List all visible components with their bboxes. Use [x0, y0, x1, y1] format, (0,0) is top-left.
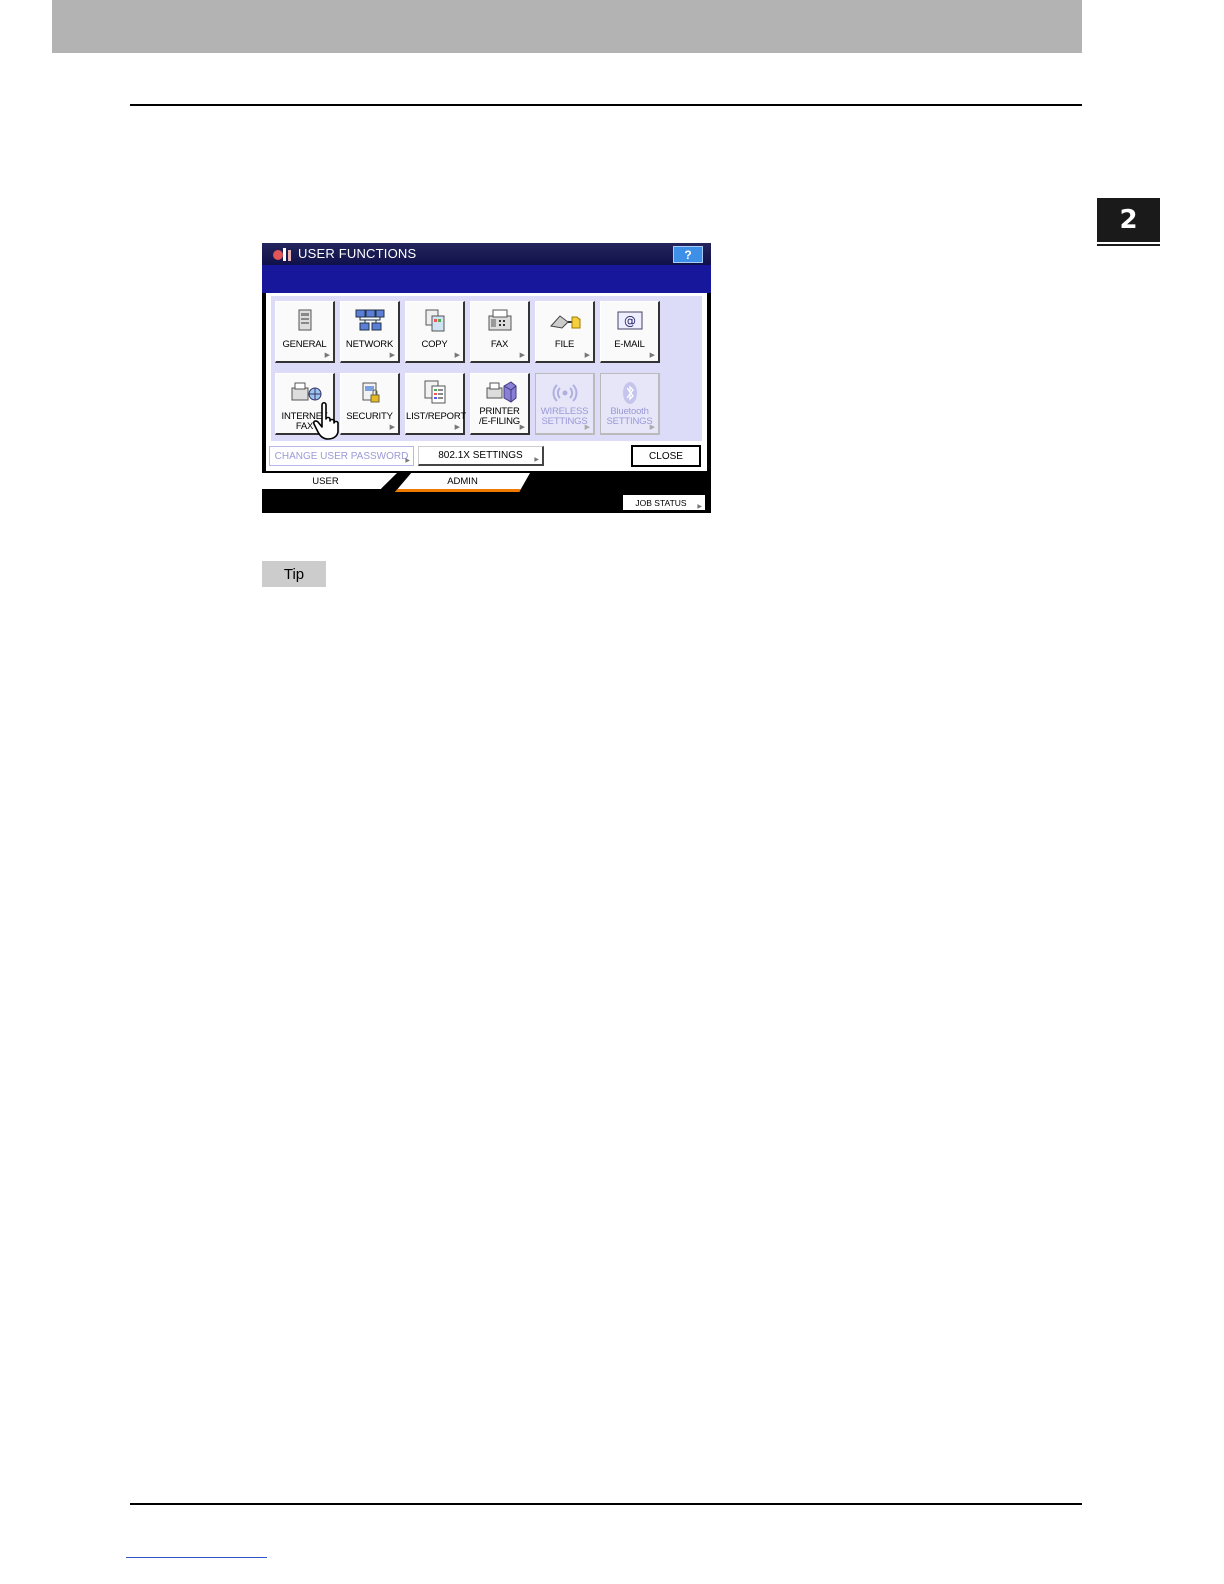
wireless-icon — [552, 384, 578, 402]
network-icon — [355, 309, 385, 331]
list-report-icon — [424, 380, 446, 404]
close-button[interactable]: CLOSE — [631, 445, 701, 467]
printer-efiling-button[interactable]: PRINTER /E-FILING ▶ — [470, 373, 530, 435]
bluetooth-settings-button[interactable]: Bluetooth SETTINGS ▶ — [600, 373, 660, 435]
security-icon — [362, 382, 380, 403]
general-label: GENERAL — [282, 339, 327, 350]
file-icon — [550, 315, 581, 329]
svg-text:@: @ — [624, 314, 636, 328]
file-label: FILE — [554, 339, 575, 350]
list-report-label: LIST/REPORT — [406, 411, 466, 422]
change-user-password-button[interactable]: CHANGE USER PASSWORD ▶ — [269, 446, 414, 466]
arrow-icon: ▶ — [534, 457, 539, 463]
general-icon — [298, 309, 312, 331]
arrow-icon: ▶ — [389, 352, 395, 359]
arrow-icon: ▶ — [519, 424, 525, 431]
fax-button[interactable]: FAX ▶ — [470, 301, 530, 363]
pointing-hand-icon — [313, 401, 339, 440]
arrow-icon: ▶ — [454, 424, 460, 431]
user-functions-screen: USER FUNCTIONS ? GENERAL ▶ NETWORK ▶ COP… — [262, 243, 711, 513]
arrow-icon: ▶ — [519, 352, 525, 359]
arrow-icon: ▶ — [324, 352, 330, 359]
fax-label: FAX — [490, 339, 509, 350]
help-button[interactable]: ? — [673, 246, 703, 263]
list-report-button[interactable]: LIST/REPORT ▶ — [405, 373, 466, 435]
arrow-icon: ▶ — [389, 424, 395, 431]
arrow-icon: ▶ — [697, 504, 702, 510]
network-button[interactable]: NETWORK ▶ — [340, 301, 400, 363]
copy-button[interactable]: COPY ▶ — [405, 301, 465, 363]
tip-label: Tip — [262, 561, 326, 587]
dot1x-settings-button[interactable]: 802.1X SETTINGS ▶ — [418, 446, 544, 466]
change-user-password-label: CHANGE USER PASSWORD — [274, 450, 409, 462]
file-button[interactable]: FILE ▶ — [535, 301, 595, 363]
arrow-icon: ▶ — [584, 352, 590, 359]
general-button[interactable]: GENERAL ▶ — [275, 301, 335, 363]
arrow-icon: ▶ — [649, 424, 655, 431]
message-bar — [262, 265, 711, 293]
footer-link-underline[interactable] — [126, 1557, 267, 1558]
email-button[interactable]: @ E-MAIL ▶ — [600, 301, 660, 363]
tab-admin[interactable]: ADMIN — [395, 473, 530, 492]
chapter-tab: 2 — [1097, 198, 1160, 242]
job-status-button[interactable]: JOB STATUS ▶ — [623, 495, 705, 510]
arrow-icon: ▶ — [405, 458, 410, 464]
copy-icon — [425, 309, 445, 332]
network-label: NETWORK — [345, 339, 394, 350]
bluetooth-icon — [623, 382, 637, 404]
copy-label: COPY — [421, 339, 448, 350]
email-icon: @ — [617, 311, 643, 330]
fax-icon — [488, 309, 512, 331]
title-bar: USER FUNCTIONS ? — [262, 243, 711, 265]
tab-user[interactable]: USER — [262, 473, 397, 489]
arrow-icon: ▶ — [584, 424, 590, 431]
job-status-label: JOB STATUS — [635, 497, 687, 508]
user-functions-icon — [273, 248, 291, 261]
header-band — [52, 0, 1082, 53]
top-rule — [130, 104, 1082, 106]
email-label: E-MAIL — [614, 339, 645, 350]
close-label: CLOSE — [649, 450, 683, 462]
arrow-icon: ▶ — [454, 352, 460, 359]
chapter-tab-underline — [1097, 244, 1160, 246]
bottom-rule — [130, 1503, 1082, 1505]
arrow-icon: ▶ — [649, 352, 655, 359]
dot1x-settings-label: 802.1X SETTINGS — [438, 450, 523, 461]
screen-title: USER FUNCTIONS — [298, 246, 417, 261]
wireless-settings-button[interactable]: WIRELESS SETTINGS ▶ — [535, 373, 595, 435]
printer-efiling-icon — [486, 381, 517, 403]
